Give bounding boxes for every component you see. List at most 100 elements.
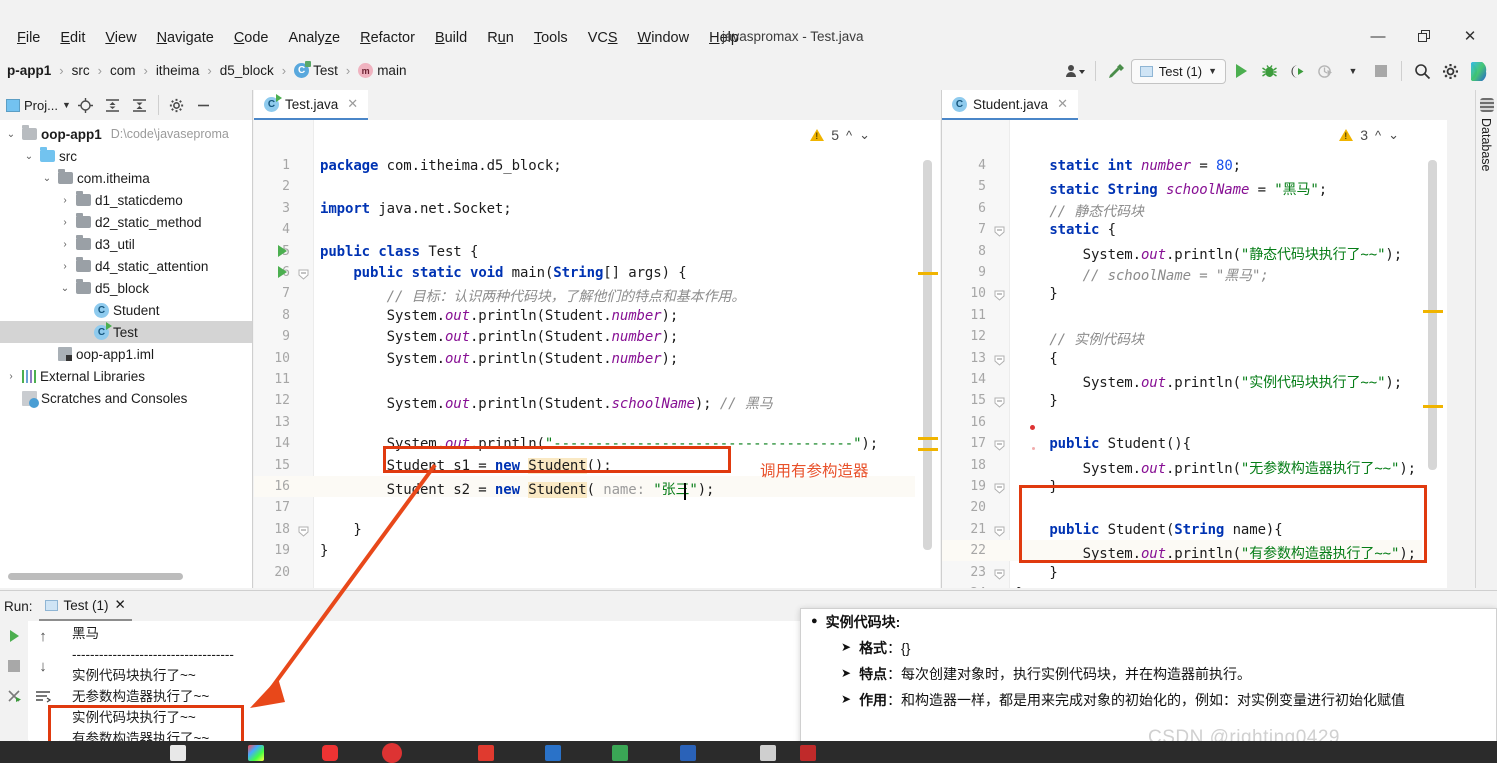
breadcrumb-item-test[interactable]: C Test — [287, 61, 345, 80]
taskbar-icon-6[interactable] — [545, 745, 561, 761]
stop-button[interactable] — [1368, 58, 1394, 84]
tree-node-scratches-and-consoles[interactable]: Scratches and Consoles — [0, 387, 252, 409]
menu-vcs[interactable]: VCS — [579, 27, 627, 49]
code-area-right[interactable]: 4 static int number = 80; 5 static String… — [942, 120, 1447, 588]
fold-marker-icon[interactable] — [994, 224, 1005, 242]
menu-analyze[interactable]: Analyze — [280, 27, 350, 49]
taskbar-icon-4[interactable] — [382, 743, 402, 763]
chevron-right-icon[interactable]: › — [58, 239, 72, 250]
close-icon[interactable]: ✕ — [1447, 20, 1493, 52]
debug-button[interactable] — [1256, 58, 1282, 84]
run-button[interactable] — [1228, 58, 1254, 84]
fold-marker-icon[interactable] — [994, 438, 1005, 456]
fold-marker-icon[interactable] — [994, 481, 1005, 499]
tree-node-external-libraries[interactable]: › External Libraries — [0, 365, 252, 387]
fold-marker-icon[interactable] — [994, 567, 1005, 585]
fold-marker-icon[interactable] — [298, 524, 309, 542]
run-with-coverage-button[interactable] — [1284, 58, 1310, 84]
tree-node-student[interactable]: C Student — [0, 299, 252, 321]
tree-node-test[interactable]: C Test — [0, 321, 252, 343]
menu-code[interactable]: Code — [225, 27, 278, 49]
project-panel-title[interactable]: Proj... ▼ — [6, 98, 71, 113]
soft-wrap-icon[interactable] — [29, 681, 57, 711]
taskbar-icon-5[interactable] — [478, 745, 494, 761]
chevron-down-icon[interactable]: ⌄ — [22, 151, 36, 162]
fold-marker-icon[interactable] — [994, 524, 1005, 542]
fold-marker-icon[interactable] — [298, 267, 309, 285]
code-area-left[interactable]: 1 package com.itheima.d5_block; 2 3 import j… — [254, 120, 940, 588]
tree-node-d4-static-attention[interactable]: › d4_static_attention — [0, 255, 252, 277]
gear-icon[interactable] — [165, 93, 189, 117]
menu-tools[interactable]: Tools — [525, 27, 577, 49]
inspection-status-left[interactable]: 5 ^ ⌄ — [810, 127, 870, 143]
tab-test-java[interactable]: C Test.java ✕ — [254, 90, 369, 120]
taskbar-icon-1[interactable] — [170, 745, 186, 761]
search-icon[interactable] — [1409, 58, 1435, 84]
menu-build[interactable]: Build — [426, 27, 476, 49]
run-gutter-icon[interactable] — [278, 265, 287, 283]
taskbar-icon-7[interactable] — [612, 745, 628, 761]
tree-node-oop-app1[interactable]: ⌄ oop-app1 D:\code\javaseproma — [0, 123, 252, 145]
ide-logo-icon[interactable] — [1465, 58, 1491, 84]
editor-scrollbar-right[interactable] — [1428, 160, 1437, 470]
run-configuration-selector[interactable]: Test (1) ▼ — [1130, 58, 1226, 84]
minimize-icon[interactable]: — — [1355, 20, 1401, 52]
expand-all-icon[interactable] — [101, 93, 125, 117]
prev-problem-icon[interactable]: ^ — [1375, 128, 1381, 143]
chevron-down-icon[interactable]: ⌄ — [58, 283, 72, 294]
breadcrumb-item-itheima[interactable]: itheima — [149, 61, 207, 80]
rerun-failed-icon[interactable] — [0, 681, 28, 711]
run-gutter-icon[interactable] — [278, 244, 287, 262]
gear-icon[interactable] — [1437, 58, 1463, 84]
menu-file[interactable]: File — [8, 27, 49, 49]
tree-node-oop-app1-iml[interactable]: oop-app1.iml — [0, 343, 252, 365]
next-problem-icon[interactable]: ⌄ — [1388, 127, 1399, 143]
tree-node-com-itheima[interactable]: ⌄ com.itheima — [0, 167, 252, 189]
rerun-button[interactable] — [0, 621, 28, 651]
profile-dropdown-icon[interactable]: ▼ — [1340, 58, 1366, 84]
chevron-right-icon[interactable]: › — [58, 261, 72, 272]
menu-window[interactable]: Window — [629, 27, 699, 49]
hide-panel-icon[interactable] — [192, 93, 216, 117]
tree-node-d2-static-method[interactable]: › d2_static_method — [0, 211, 252, 233]
fold-marker-icon[interactable] — [994, 353, 1005, 371]
profile-button[interactable] — [1312, 58, 1338, 84]
tree-node-d5-block[interactable]: ⌄ d5_block — [0, 277, 252, 299]
database-icon[interactable] — [1480, 98, 1494, 112]
up-arrow-icon[interactable]: ↑ — [29, 621, 57, 651]
chevron-right-icon[interactable]: › — [58, 195, 72, 206]
taskbar-icon-8[interactable] — [680, 745, 696, 761]
tree-node-d1-staticdemo[interactable]: › d1_staticdemo — [0, 189, 252, 211]
menu-refactor[interactable]: Refactor — [351, 27, 424, 49]
tool-window-database[interactable]: Database — [1479, 118, 1493, 172]
taskbar-icon-2[interactable] — [248, 745, 264, 761]
menu-edit[interactable]: Edit — [51, 27, 94, 49]
locate-icon[interactable] — [74, 93, 98, 117]
tree-node-d3-util[interactable]: › d3_util — [0, 233, 252, 255]
taskbar-icon-10[interactable] — [800, 745, 816, 761]
fold-marker-icon[interactable] — [994, 395, 1005, 413]
breadcrumb-item-d5-block[interactable]: d5_block — [213, 61, 281, 80]
editor-scrollbar-left[interactable] — [923, 160, 932, 550]
tree-node-src[interactable]: ⌄ src — [0, 145, 252, 167]
close-icon[interactable]: ✕ — [347, 96, 358, 112]
breadcrumb-item-main[interactable]: m main — [351, 61, 413, 80]
down-arrow-icon[interactable]: ↓ — [29, 651, 57, 681]
tab-student-java[interactable]: C Student.java ✕ — [942, 90, 1078, 120]
taskbar-icon-3[interactable] — [322, 745, 338, 761]
taskbar-icon-9[interactable] — [760, 745, 776, 761]
close-icon[interactable]: ✕ — [115, 597, 126, 613]
fold-marker-icon[interactable] — [994, 288, 1005, 306]
chevron-down-icon[interactable]: ⌄ — [40, 173, 54, 184]
user-icon[interactable] — [1062, 58, 1088, 84]
breadcrumb-item-p-app1[interactable]: p-app1 — [0, 61, 58, 80]
breadcrumb-item-src[interactable]: src — [65, 61, 97, 80]
breadcrumb-item-com[interactable]: com — [103, 61, 143, 80]
chevron-right-icon[interactable]: › — [4, 371, 18, 382]
menu-view[interactable]: View — [96, 27, 145, 49]
next-problem-icon[interactable]: ⌄ — [859, 127, 870, 143]
hammer-icon[interactable] — [1103, 58, 1129, 84]
prev-problem-icon[interactable]: ^ — [846, 128, 852, 143]
collapse-all-icon[interactable] — [128, 93, 152, 117]
menu-run[interactable]: Run — [478, 27, 523, 49]
